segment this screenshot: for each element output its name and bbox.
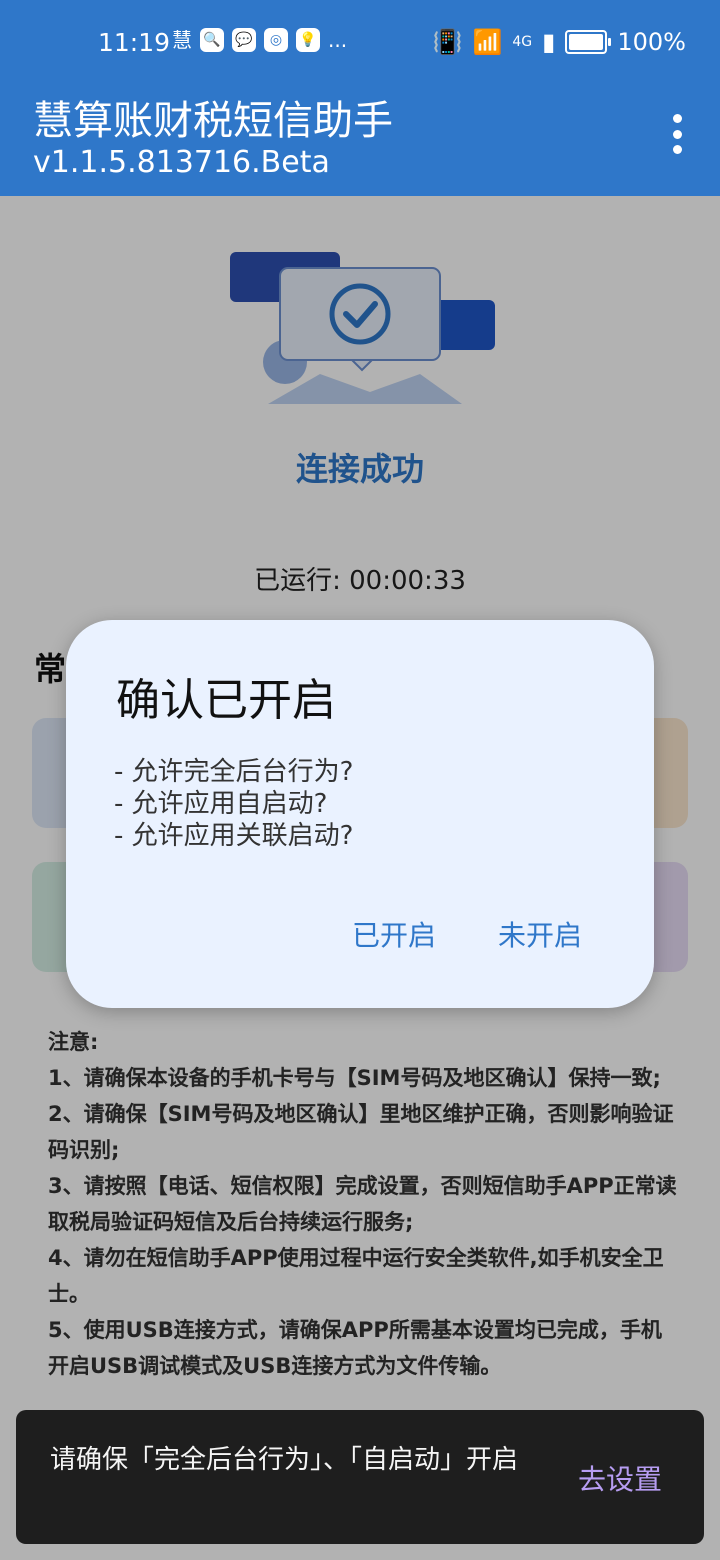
browser-app-icon: ◎ bbox=[264, 28, 288, 52]
wifi-icon: 📶 bbox=[472, 28, 503, 56]
network-type: 4G bbox=[512, 34, 533, 50]
hui-app-icon: 慧 bbox=[172, 28, 192, 52]
search-app-icon: 🔍 bbox=[200, 28, 224, 52]
more-options-icon[interactable] bbox=[672, 114, 682, 154]
dialog-line-3: - 允许应用关联启动? bbox=[114, 821, 354, 851]
chat-app-icon: 💬 bbox=[232, 28, 256, 52]
confirm-enabled-button[interactable]: 已开启 bbox=[352, 914, 436, 954]
vibrate-icon: 📳 bbox=[432, 28, 463, 56]
battery-percent: 100% bbox=[617, 28, 686, 56]
confirm-dialog: 确认已开启 - 允许完全后台行为? - 允许应用自启动? - 允许应用关联启动?… bbox=[66, 620, 654, 1008]
dialog-line-2: - 允许应用自启动? bbox=[114, 789, 328, 819]
snackbar: 请确保「完全后台行为」、「自启动」开启 去设置 bbox=[16, 1410, 704, 1544]
battery-icon bbox=[565, 30, 612, 54]
bulb-app-icon: 💡 bbox=[296, 28, 320, 52]
status-right-icons: 📳 📶 4G ▮ 100% bbox=[433, 28, 686, 56]
snackbar-message: 请确保「完全后台行为」、「自启动」开启 bbox=[50, 1445, 519, 1475]
app-version: v1.1.5.813716.Beta bbox=[33, 145, 330, 180]
signal-icon: ▮ bbox=[542, 28, 556, 56]
not-enabled-button[interactable]: 未开启 bbox=[498, 914, 582, 954]
status-bar: 11:19 慧 🔍 💬 ◎ 💡 ... 📳 📶 4G ▮ 100% bbox=[0, 0, 720, 84]
app-bar: 11:19 慧 🔍 💬 ◎ 💡 ... 📳 📶 4G ▮ 100% 慧算账财税短… bbox=[0, 0, 720, 196]
app-title: 慧算账财税短信助手 bbox=[33, 98, 393, 144]
dialog-message: - 允许完全后台行为? - 允许应用自启动? - 允许应用关联启动? bbox=[114, 756, 353, 852]
status-left-icons: 慧 🔍 💬 ◎ 💡 ... bbox=[172, 28, 347, 52]
dialog-line-1: - 允许完全后台行为? bbox=[114, 757, 354, 787]
dialog-title: 确认已开启 bbox=[116, 675, 336, 726]
status-time: 11:19 bbox=[98, 28, 171, 57]
more-notifications-icon: ... bbox=[328, 28, 348, 52]
go-settings-button[interactable]: 去设置 bbox=[578, 1458, 662, 1498]
